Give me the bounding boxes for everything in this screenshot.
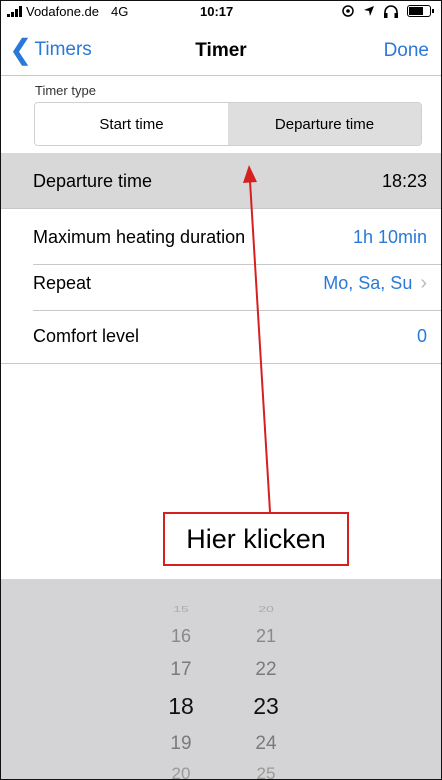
row-label: Maximum heating duration xyxy=(33,226,246,247)
segment-departure-time[interactable]: Departure time xyxy=(228,103,421,145)
status-left: Vodafone.de 4G xyxy=(7,4,128,19)
hour-option: 19 xyxy=(170,733,192,754)
row-label: Repeat xyxy=(33,272,92,293)
navigation-bar: ❮ Timers Timer Done xyxy=(1,27,441,76)
row-label: Departure time xyxy=(33,170,153,191)
network-type: 4G xyxy=(111,4,129,19)
minute-selected: 23 xyxy=(253,693,279,719)
row-label: Comfort level xyxy=(33,325,140,346)
minute-option: 25 xyxy=(256,764,276,779)
row-value-wrapper: Mo, Sa, Su › xyxy=(323,272,427,295)
hour-option: 16 xyxy=(170,626,192,646)
row-value: 1h 10min xyxy=(352,226,427,247)
segment-start-time[interactable]: Start time xyxy=(35,103,228,145)
phone-screen: Vodafone.de 4G 10:17 ❮ Timers Timer Done… xyxy=(0,0,442,780)
divider xyxy=(1,363,441,364)
minute-option: 21 xyxy=(255,626,277,646)
done-button[interactable]: Done xyxy=(384,40,429,62)
comfort-level-row[interactable]: Comfort level 0 xyxy=(1,308,441,364)
location-icon xyxy=(342,5,354,17)
minute-option: 22 xyxy=(255,659,277,680)
battery-icon xyxy=(407,5,434,17)
chevron-right-icon: › xyxy=(420,271,427,294)
status-time: 10:17 xyxy=(200,4,234,19)
status-right xyxy=(341,4,434,18)
minute-option: 24 xyxy=(255,733,277,754)
hour-option: 20 xyxy=(171,764,191,779)
navigation-arrow-icon xyxy=(364,6,374,16)
carrier-name: Vodafone.de xyxy=(26,4,100,19)
departure-time-row[interactable]: Departure time 18:23 xyxy=(1,153,441,209)
row-value: Mo, Sa, Su xyxy=(323,272,413,293)
hour-selected: 18 xyxy=(168,693,194,719)
time-picker[interactable]: 15 16 17 18 19 20 20 21 22 23 24 25 xyxy=(1,579,441,779)
headphones-icon xyxy=(384,5,398,18)
annotation-callout: Hier klicken xyxy=(163,512,349,566)
row-value: 0 xyxy=(416,325,427,346)
repeat-row[interactable]: Repeat Mo, Sa, Su › xyxy=(1,255,441,311)
timer-type-label: Timer type xyxy=(35,83,96,98)
minute-option: 20 xyxy=(258,604,274,614)
hour-option: 15 xyxy=(173,604,189,614)
signal-icon xyxy=(7,6,22,17)
page-title: Timer xyxy=(195,40,247,61)
status-bar: Vodafone.de 4G 10:17 xyxy=(1,1,441,27)
timer-type-segmented-control: Start time Departure time xyxy=(34,102,422,146)
row-value: 18:23 xyxy=(381,170,427,191)
hour-option: 17 xyxy=(170,659,192,680)
